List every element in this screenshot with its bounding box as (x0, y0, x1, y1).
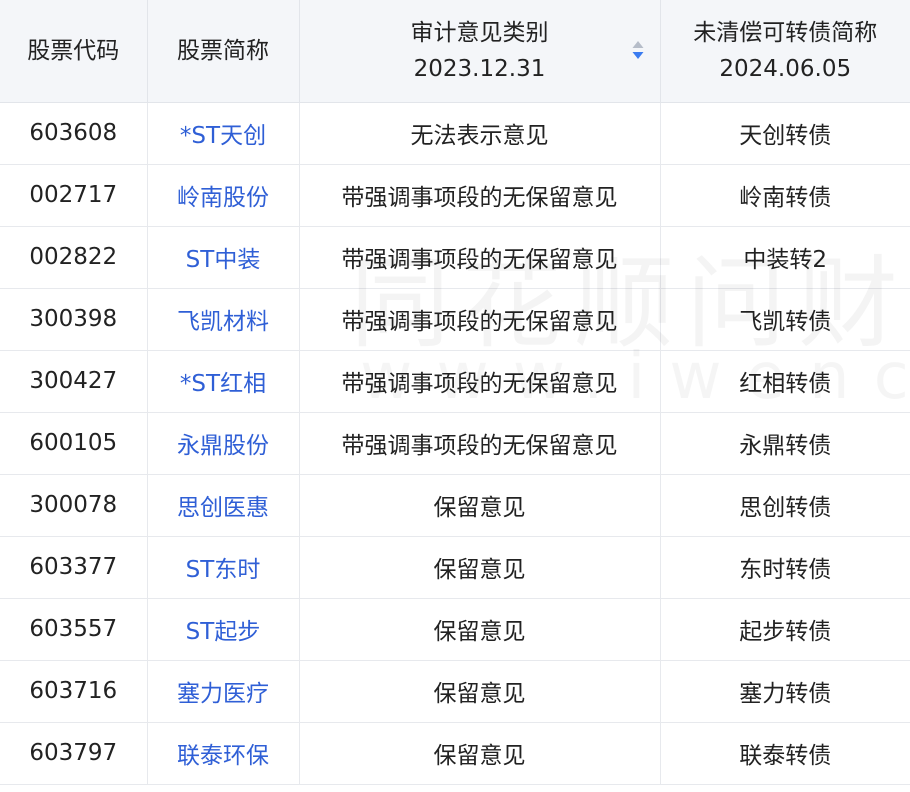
table-row[interactable]: 603377 ST东时 保留意见 东时转债 (0, 536, 910, 599)
cell-stock-code: 002717 (0, 164, 148, 227)
cell-stock-name-link[interactable]: ST中装 (147, 226, 300, 289)
cell-audit-opinion: 保留意见 (299, 722, 661, 785)
cell-stock-code: 300398 (0, 288, 148, 351)
cell-stock-code: 603608 (0, 102, 148, 165)
cell-audit-opinion: 带强调事项段的无保留意见 (299, 288, 661, 351)
sort-arrows-icon[interactable] (632, 40, 644, 60)
results-table: 股票代码 股票简称 审计意见类别 2023.12.31 未清偿可转债简称 202… (0, 0, 910, 785)
header-audit-opinion-date: 2023.12.31 (413, 55, 546, 82)
cell-convertible-bond: 飞凯转债 (660, 288, 910, 351)
header-stock-code[interactable]: 股票代码 (0, 0, 148, 103)
table-header: 股票代码 股票简称 审计意见类别 2023.12.31 未清偿可转债简称 202… (0, 0, 910, 103)
cell-convertible-bond: 红相转债 (660, 350, 910, 413)
header-row: 股票代码 股票简称 审计意见类别 2023.12.31 未清偿可转债简称 202… (0, 0, 910, 103)
header-stock-name-label: 股票简称 (177, 37, 269, 64)
header-stock-code-label: 股票代码 (27, 37, 120, 64)
table-row[interactable]: 603608 *ST天创 无法表示意见 天创转债 (0, 102, 910, 165)
header-convertible-bond[interactable]: 未清偿可转债简称 2024.06.05 (660, 0, 910, 103)
table-row[interactable]: 600105 永鼎股份 带强调事项段的无保留意见 永鼎转债 (0, 412, 910, 475)
table-row[interactable]: 603716 塞力医疗 保留意见 塞力转债 (0, 660, 910, 723)
cell-convertible-bond: 永鼎转债 (660, 412, 910, 475)
cell-convertible-bond: 塞力转债 (660, 660, 910, 723)
sort-down-arrow-icon (632, 52, 643, 59)
cell-stock-name-link[interactable]: 思创医惠 (147, 474, 300, 537)
header-stock-name[interactable]: 股票简称 (147, 0, 300, 103)
table-row[interactable]: 002717 岭南股份 带强调事项段的无保留意见 岭南转债 (0, 164, 910, 227)
cell-audit-opinion: 保留意见 (299, 598, 661, 661)
header-audit-opinion[interactable]: 审计意见类别 2023.12.31 (299, 0, 661, 103)
table-row[interactable]: 300398 飞凯材料 带强调事项段的无保留意见 飞凯转债 (0, 288, 910, 351)
cell-stock-name-link[interactable]: 塞力医疗 (147, 660, 300, 723)
cell-stock-name-link[interactable]: ST起步 (147, 598, 300, 661)
cell-audit-opinion: 保留意见 (299, 536, 661, 599)
cell-stock-name-link[interactable]: 联泰环保 (147, 722, 300, 785)
cell-stock-name-link[interactable]: 岭南股份 (147, 164, 300, 227)
cell-convertible-bond: 起步转债 (660, 598, 910, 661)
cell-stock-name-link[interactable]: 永鼎股份 (147, 412, 300, 475)
table-row[interactable]: 300078 思创医惠 保留意见 思创转债 (0, 474, 910, 537)
results-table-view: 股票代码 股票简称 审计意见类别 2023.12.31 未清偿可转债简称 202… (0, 0, 910, 792)
table-body: 603608 *ST天创 无法表示意见 天创转债 002717 岭南股份 带强调事项段的无保… (0, 102, 910, 785)
table-row[interactable]: 002822 ST中装 带强调事项段的无保留意见 中装转2 (0, 226, 910, 289)
cell-stock-code: 600105 (0, 412, 148, 475)
cell-stock-code: 300078 (0, 474, 148, 537)
cell-stock-code: 603716 (0, 660, 148, 723)
cell-convertible-bond: 岭南转债 (660, 164, 910, 227)
cell-stock-code: 300427 (0, 350, 148, 413)
cell-convertible-bond: 东时转债 (660, 536, 910, 599)
cell-audit-opinion: 带强调事项段的无保留意见 (299, 226, 661, 289)
cell-stock-code: 603797 (0, 722, 148, 785)
cell-stock-name-link[interactable]: *ST天创 (147, 102, 300, 165)
table-row[interactable]: 603797 联泰环保 保留意见 联泰转债 (0, 722, 910, 785)
cell-stock-name-link[interactable]: 飞凯材料 (147, 288, 300, 351)
cell-stock-code: 603557 (0, 598, 148, 661)
cell-audit-opinion: 带强调事项段的无保留意见 (299, 412, 661, 475)
cell-audit-opinion: 无法表示意见 (299, 102, 661, 165)
table-row[interactable]: 300427 *ST红相 带强调事项段的无保留意见 红相转债 (0, 350, 910, 413)
cell-stock-code: 002822 (0, 226, 148, 289)
table-row[interactable]: 603557 ST起步 保留意见 起步转债 (0, 598, 910, 661)
cell-audit-opinion: 保留意见 (299, 474, 661, 537)
header-audit-opinion-label: 审计意见类别 (410, 19, 549, 46)
cell-audit-opinion: 带强调事项段的无保留意见 (299, 350, 661, 413)
sort-up-arrow-icon (632, 41, 643, 48)
cell-stock-name-link[interactable]: ST东时 (147, 536, 300, 599)
cell-convertible-bond: 联泰转债 (660, 722, 910, 785)
header-convertible-bond-label: 未清偿可转债简称 (693, 19, 878, 46)
cell-convertible-bond: 思创转债 (660, 474, 910, 537)
cell-convertible-bond: 中装转2 (660, 226, 910, 289)
cell-stock-name-link[interactable]: *ST红相 (147, 350, 300, 413)
header-convertible-bond-date: 2024.06.05 (719, 55, 852, 82)
cell-audit-opinion: 带强调事项段的无保留意见 (299, 164, 661, 227)
cell-audit-opinion: 保留意见 (299, 660, 661, 723)
cell-convertible-bond: 天创转债 (660, 102, 910, 165)
cell-stock-code: 603377 (0, 536, 148, 599)
